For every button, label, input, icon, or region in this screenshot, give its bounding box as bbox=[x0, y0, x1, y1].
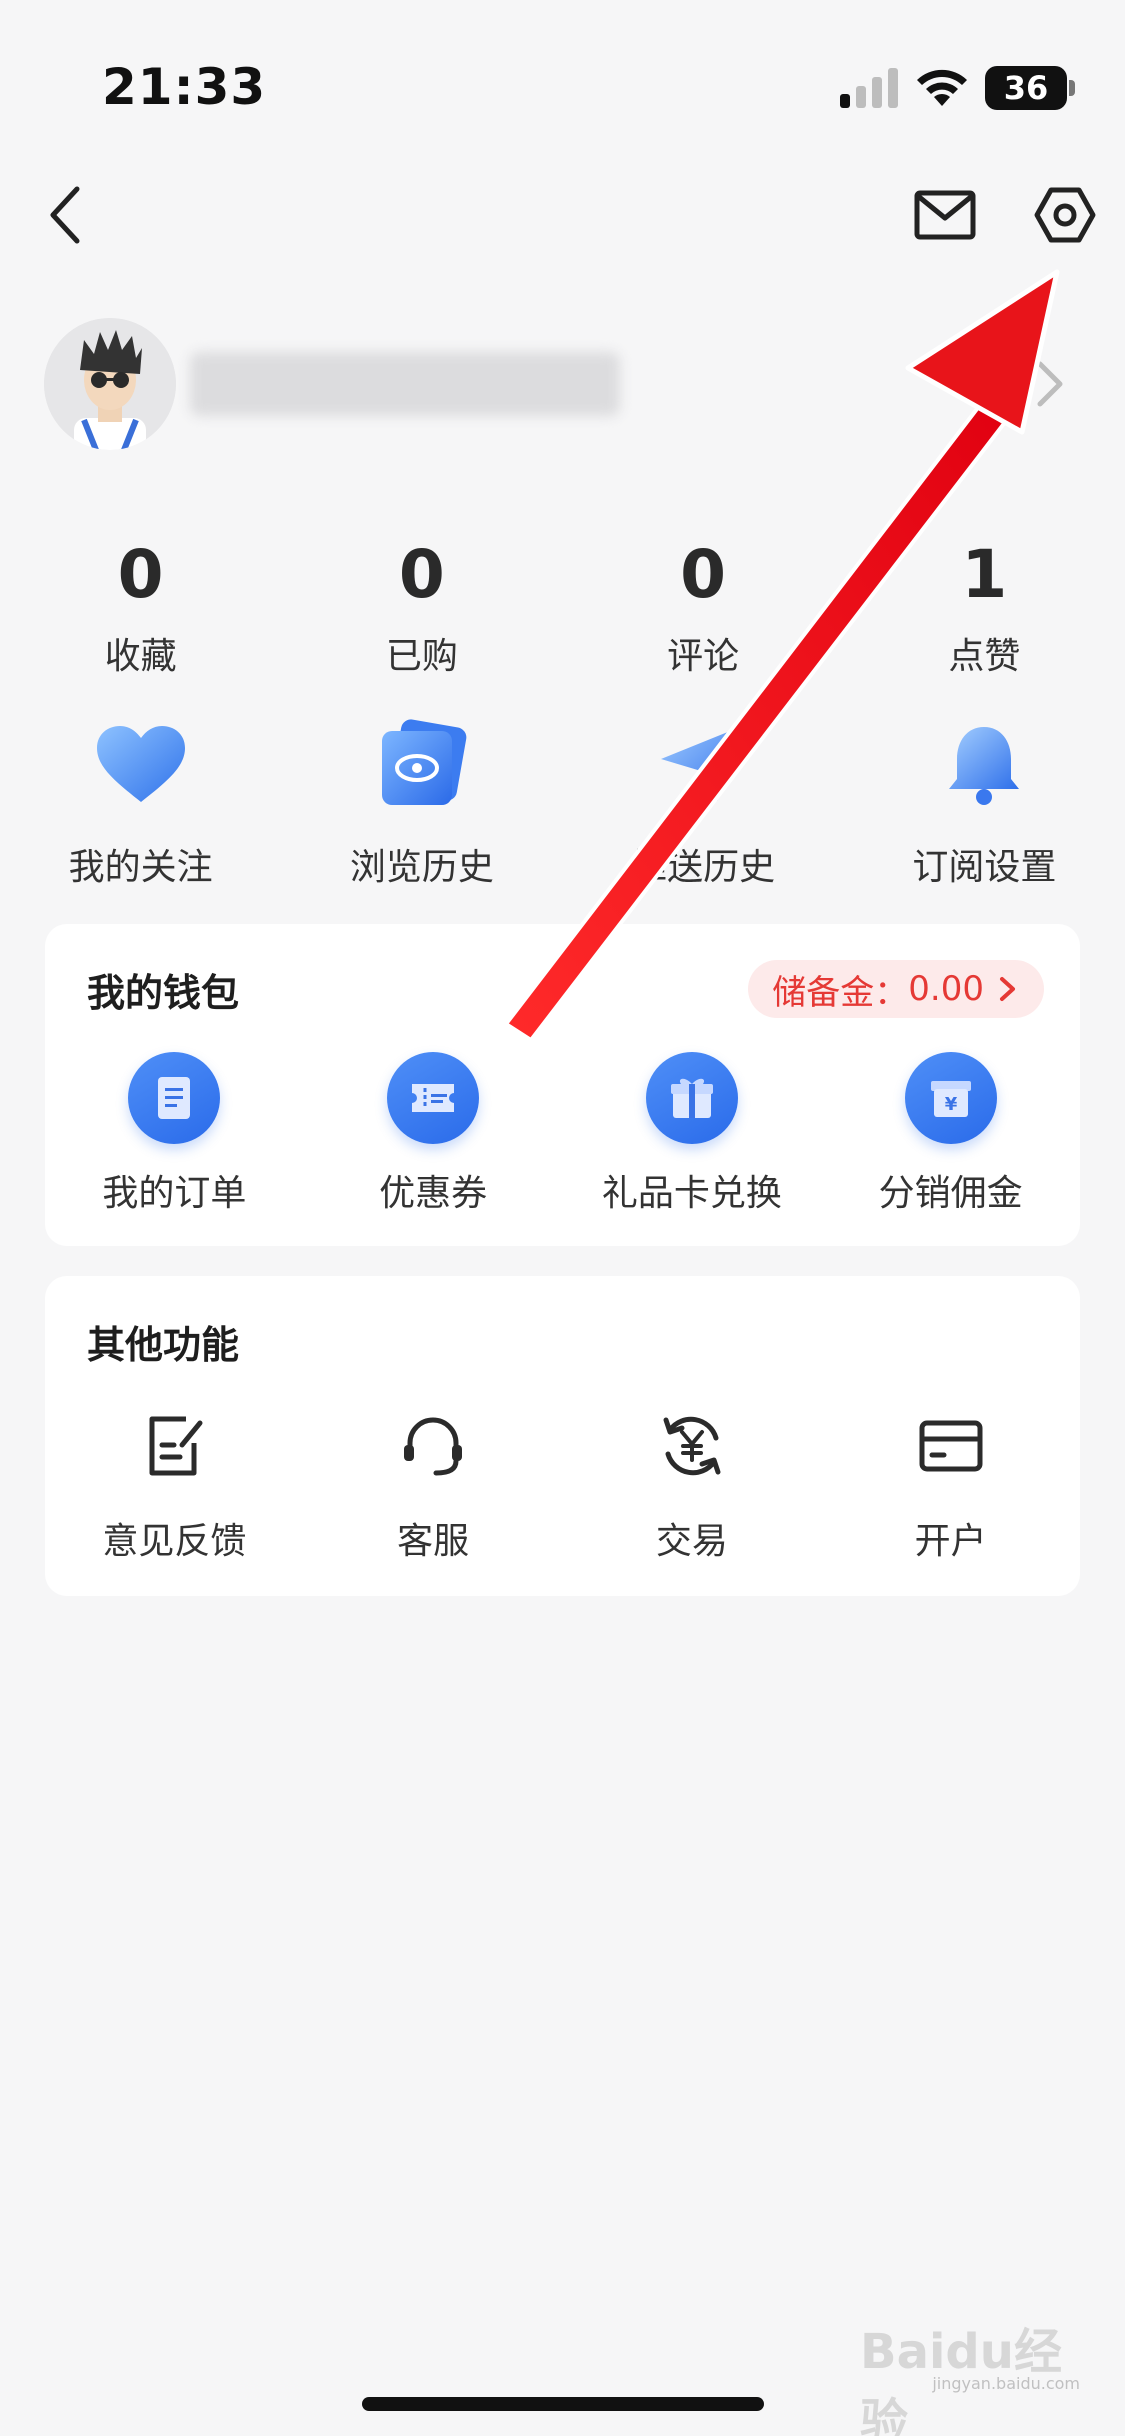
wallet-item-orders[interactable]: 我的订单 bbox=[45, 1052, 304, 1216]
other-item-open-account[interactable]: 开户 bbox=[821, 1406, 1080, 1564]
stat-purchased[interactable]: 0 已购 bbox=[281, 535, 562, 679]
chevron-left-icon bbox=[50, 186, 80, 244]
home-indicator[interactable] bbox=[362, 2397, 764, 2411]
reserve-balance-button[interactable]: 储备金： 0.00 bbox=[748, 960, 1044, 1018]
baidu-watermark: Baidu经验 jingyan.baidu.com bbox=[860, 2312, 1100, 2436]
quick-link-history[interactable]: 浏览历史 bbox=[281, 714, 562, 890]
gift-icon bbox=[645, 1052, 738, 1144]
wallet-item-gift-card[interactable]: 礼品卡兑换 bbox=[563, 1052, 822, 1216]
quick-link-subscription[interactable]: 订阅设置 bbox=[844, 714, 1125, 890]
chevron-right-icon bbox=[1000, 977, 1015, 1001]
chevron-right-icon[interactable] bbox=[1030, 358, 1070, 410]
yen-box-icon: ¥ bbox=[904, 1052, 997, 1144]
battery-tip bbox=[1069, 80, 1075, 96]
other-item-feedback[interactable]: 意见反馈 bbox=[45, 1406, 304, 1564]
wallet-item-coupons[interactable]: 优惠券 bbox=[304, 1052, 563, 1216]
profile-page: 21:33 36 0 收藏 0 已购 0 评论 1 点赞 我的关注 浏览历史 推… bbox=[0, 0, 1125, 2436]
settings-button[interactable] bbox=[1026, 176, 1104, 254]
quick-link-label: 我的关注 bbox=[68, 847, 213, 888]
stat-comments[interactable]: 0 评论 bbox=[563, 535, 844, 679]
stat-label: 收藏 bbox=[104, 636, 177, 677]
watermark-subtext: jingyan.baidu.com bbox=[932, 2374, 1080, 2393]
document-icon bbox=[128, 1052, 221, 1144]
card-icon bbox=[911, 1406, 991, 1486]
wifi-icon bbox=[917, 69, 967, 106]
quick-link-following[interactable]: 我的关注 bbox=[0, 714, 281, 890]
stat-value: 0 bbox=[680, 536, 727, 613]
avatar[interactable] bbox=[44, 318, 176, 450]
other-functions-title: 其他功能 bbox=[87, 1323, 240, 1367]
settings-hexagon-icon bbox=[1034, 187, 1096, 243]
wallet-card: 我的钱包 储备金： 0.00 我的订单 优惠券 礼品卡兑换 ¥ 分销佣金 bbox=[45, 924, 1080, 1246]
wallet-item-label: 优惠券 bbox=[379, 1173, 488, 1214]
quick-link-push-history[interactable]: 推送历史 bbox=[563, 714, 844, 890]
username-redacted[interactable] bbox=[190, 352, 620, 416]
stat-label: 点赞 bbox=[948, 636, 1021, 677]
avatar-illustration bbox=[44, 318, 176, 450]
stat-value: 0 bbox=[398, 536, 445, 613]
wallet-item-label: 我的订单 bbox=[102, 1173, 247, 1214]
other-item-label: 客服 bbox=[397, 1521, 470, 1562]
wallet-item-label: 礼品卡兑换 bbox=[601, 1173, 782, 1214]
cell-signal-icon bbox=[840, 68, 898, 108]
other-items-row: 意见反馈 客服 交易 开户 bbox=[45, 1406, 1080, 1564]
headset-icon bbox=[393, 1406, 473, 1486]
yen-exchange-icon bbox=[652, 1406, 732, 1486]
messages-button[interactable] bbox=[908, 180, 982, 250]
stat-value: 0 bbox=[117, 536, 164, 613]
other-item-label: 开户 bbox=[914, 1521, 987, 1562]
heart-icon bbox=[91, 714, 191, 814]
other-item-label: 交易 bbox=[655, 1521, 728, 1562]
stat-favorites[interactable]: 0 收藏 bbox=[0, 535, 281, 679]
other-item-customer-service[interactable]: 客服 bbox=[304, 1406, 563, 1564]
wallet-title: 我的钱包 bbox=[87, 971, 240, 1015]
stats-row: 0 收藏 0 已购 0 评论 1 点赞 bbox=[0, 535, 1125, 679]
reserve-label: 储备金： bbox=[772, 972, 909, 1013]
quick-link-label: 订阅设置 bbox=[912, 847, 1057, 888]
eye-card-icon bbox=[372, 714, 472, 814]
other-item-trade[interactable]: 交易 bbox=[563, 1406, 822, 1564]
svg-text:¥: ¥ bbox=[944, 1094, 957, 1115]
stat-label: 已购 bbox=[385, 636, 458, 677]
stat-likes[interactable]: 1 点赞 bbox=[844, 535, 1125, 679]
stat-value: 1 bbox=[961, 536, 1008, 613]
quick-links-row: 我的关注 浏览历史 推送历史 订阅设置 bbox=[0, 714, 1125, 890]
other-item-label: 意见反馈 bbox=[102, 1521, 247, 1562]
other-functions-card: 其他功能 意见反馈 客服 交易 开户 bbox=[45, 1276, 1080, 1596]
mail-icon bbox=[914, 190, 976, 240]
stat-label: 评论 bbox=[667, 636, 740, 677]
quick-link-label: 推送历史 bbox=[631, 847, 776, 888]
feedback-edit-icon bbox=[134, 1406, 214, 1486]
quick-link-label: 浏览历史 bbox=[349, 847, 494, 888]
battery-indicator: 36 bbox=[985, 66, 1067, 110]
back-button[interactable] bbox=[30, 180, 100, 250]
reserve-value: 0.00 bbox=[908, 969, 984, 1009]
bell-icon bbox=[934, 714, 1034, 814]
status-time: 21:33 bbox=[102, 58, 267, 116]
wallet-item-label: 分销佣金 bbox=[878, 1173, 1023, 1214]
paper-plane-icon bbox=[653, 714, 753, 814]
coupon-icon bbox=[387, 1052, 480, 1144]
wallet-item-commission[interactable]: ¥ 分销佣金 bbox=[821, 1052, 1080, 1216]
wallet-items-row: 我的订单 优惠券 礼品卡兑换 ¥ 分销佣金 bbox=[45, 1052, 1080, 1216]
